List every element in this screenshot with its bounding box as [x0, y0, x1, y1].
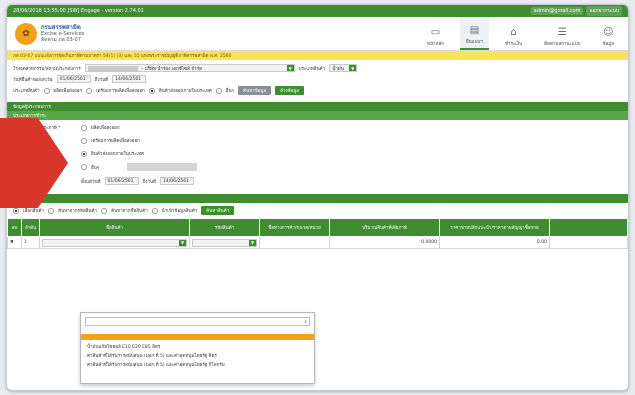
product-dropdown: ⌕ น้ำมันแก๊สโซฮอล์ E10 E20 E85 ลิตร ค่าส…: [80, 312, 315, 384]
dropdown-search-input[interactable]: ⌕: [85, 317, 310, 326]
branch-label: ประเภทสินค้า: [298, 66, 326, 72]
type-label: ประเภทสินค้า: [13, 89, 40, 94]
method-radio-4[interactable]: [81, 164, 87, 170]
chevron-down-icon: ▼: [286, 65, 294, 71]
pointer-arrow: [0, 118, 68, 208]
date-label: วันที่ยื่นคำขอ/ยกเว้น: [13, 77, 53, 83]
search-button[interactable]: ค้นหาข้อมูล: [237, 86, 272, 95]
excise-logo: ✿: [15, 22, 37, 45]
goods-search-button[interactable]: ค้นหาสินค้า: [201, 206, 235, 215]
nav-status[interactable]: ☰ ติดตามสถานะแบบ: [538, 17, 586, 50]
date-to-label: ถึงวันที่: [94, 77, 109, 83]
method-date-to[interactable]: 14/06/2561: [160, 177, 195, 185]
brand-form: ติดตาม ภส.03-07: [41, 37, 81, 44]
main-nav: ▭ หน้าหลัก ▤ ยื่นแบบฯ ⌂ ชำระเงิน ☰ ติดตา…: [421, 17, 620, 50]
nav-info[interactable]: ☺ ข้อมูล: [596, 17, 620, 50]
list-icon: ☰: [557, 27, 567, 38]
nav-payment[interactable]: ⌂ ชำระเงิน: [499, 17, 528, 50]
type-radio-1[interactable]: [43, 87, 50, 94]
section-operator[interactable]: ข้อมูลผู้ประกอบการ: [7, 102, 628, 111]
type-radio-3[interactable]: [148, 87, 155, 94]
company-select[interactable]: - บริษัท นำร่อง เอกซ์ไซส์ จำกัด ▼: [84, 64, 295, 72]
branch-select[interactable]: น้ำมัน ▼: [329, 64, 358, 72]
goods-table: ลบ ลำดับ ชื่อสินค้า รหัสสินค้า ชื่อทางกา…: [7, 218, 628, 249]
method-radio-1[interactable]: [81, 124, 87, 131]
brand-name: กรมสรรพสามิต: [41, 23, 81, 31]
goods-toolbar: เลือกสินค้า ค้นหาจากรหัสสินค้า ค้นหาจากช…: [7, 203, 628, 218]
type-radio-2[interactable]: [86, 87, 93, 94]
breadcrumb: ภส.03-07 แบบแจ้งการจัดเก็บภาษีตามมาตรา 5…: [7, 51, 628, 60]
date-to-input[interactable]: 14/06/2561: [112, 75, 147, 83]
form-icon: ▤: [469, 25, 480, 36]
dropdown-highlight[interactable]: [81, 334, 314, 340]
section-payment-type[interactable]: ประเภทการชำระ: [7, 111, 628, 120]
chevron-down-icon: ▼: [349, 65, 357, 71]
people-icon: ☺: [603, 27, 614, 38]
nav-home[interactable]: ▭ หน้าหลัก: [421, 17, 450, 50]
nav-submit-form[interactable]: ▤ ยื่นแบบฯ: [460, 17, 489, 50]
goods-opt-4[interactable]: [151, 207, 158, 214]
company-label: โรงอุตสาหกรรม/สถานประกอบการ: [13, 66, 81, 72]
title-text: 28/06/2018 13:55:00 [SW] Engage - versio…: [13, 8, 144, 14]
date-from-input[interactable]: 01/06/2561: [56, 75, 91, 83]
payment-method-group: วิธีการชำระภาษี * ผลิตเพื่อส่งออก เตรียม…: [7, 120, 628, 192]
clear-button[interactable]: ล้างข้อมูล: [275, 86, 305, 95]
delete-icon[interactable]: ✖: [7, 236, 22, 249]
section-goods[interactable]: รายการสินค้า: [7, 194, 628, 203]
monitor-icon: ▭: [430, 27, 441, 38]
table-row: ✖ 1 ▼ ▼ 0.0000 0.00: [7, 236, 628, 249]
method-date-from[interactable]: 01/06/2561: [104, 177, 139, 185]
method-radio-2[interactable]: [81, 137, 87, 144]
title-bar: 28/06/2018 13:55:00 [SW] Engage - versio…: [7, 5, 628, 17]
header: ✿ กรมสรรพสามิต Excise e-Services ติดตาม …: [7, 17, 628, 51]
dropdown-item[interactable]: ค่าสินค้าที่ได้รับการสนับสนุน (มอก.ที่ 5…: [81, 360, 314, 369]
code-select[interactable]: ▼: [192, 238, 257, 247]
goods-opt-3[interactable]: [101, 207, 108, 214]
dropdown-item[interactable]: น้ำมันแก๊สโซฮอล์ E10 E20 E85 ลิตร: [81, 342, 314, 351]
logout-link[interactable]: ออกจากระบบ: [586, 6, 622, 16]
dropdown-item[interactable]: ค่าสินค้าที่ได้รับการสนับสนุน (มอก.ที่ 5…: [81, 351, 314, 360]
search-icon: ⌕: [304, 319, 307, 325]
type-radio-4[interactable]: [215, 87, 222, 94]
user-email[interactable]: admin@gmail.com: [530, 7, 584, 15]
top-form: โรงอุตสาหกรรม/สถานประกอบการ - บริษัท นำร…: [7, 60, 628, 102]
method-radio-3[interactable]: [81, 150, 87, 157]
product-select[interactable]: ▼: [42, 238, 187, 247]
building-icon: ⌂: [510, 27, 517, 38]
